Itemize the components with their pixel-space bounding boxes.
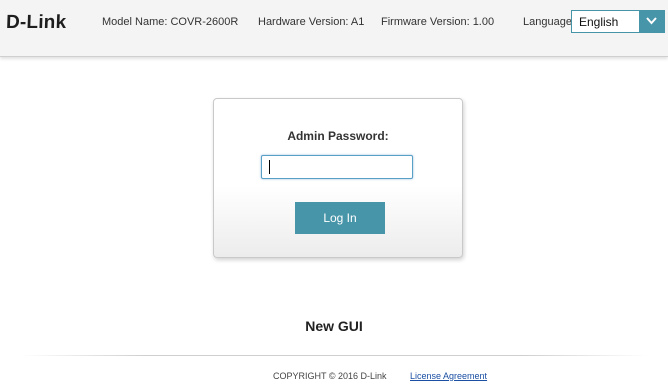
login-panel: Admin Password: Log In [213,98,463,258]
copyright-text: COPYRIGHT © 2016 D-Link [273,371,387,381]
footer-divider [20,355,648,356]
admin-password-label: Admin Password: [287,129,389,143]
model-name: Model Name: COVR-2600R [102,16,239,28]
text-cursor [269,160,270,174]
dlink-logo: D-Link [5,12,67,33]
hardware-version: Hardware Version: A1 [258,16,365,28]
admin-password-input[interactable] [261,155,413,179]
language-dropdown-toggle[interactable] [639,11,664,32]
language-label: Language: [523,16,575,28]
license-agreement-link[interactable]: License Agreement [410,371,487,381]
firmware-version: Firmware Version: 1.00 [381,16,495,28]
language-select[interactable]: English [571,10,665,33]
header-bar: D-Link Model Name: COVR-2600R Hardware V… [0,0,668,57]
language-selected-value: English [579,15,619,29]
login-button[interactable]: Log In [295,202,385,234]
chevron-down-icon [646,17,657,25]
new-gui-label: New GUI [305,318,363,334]
